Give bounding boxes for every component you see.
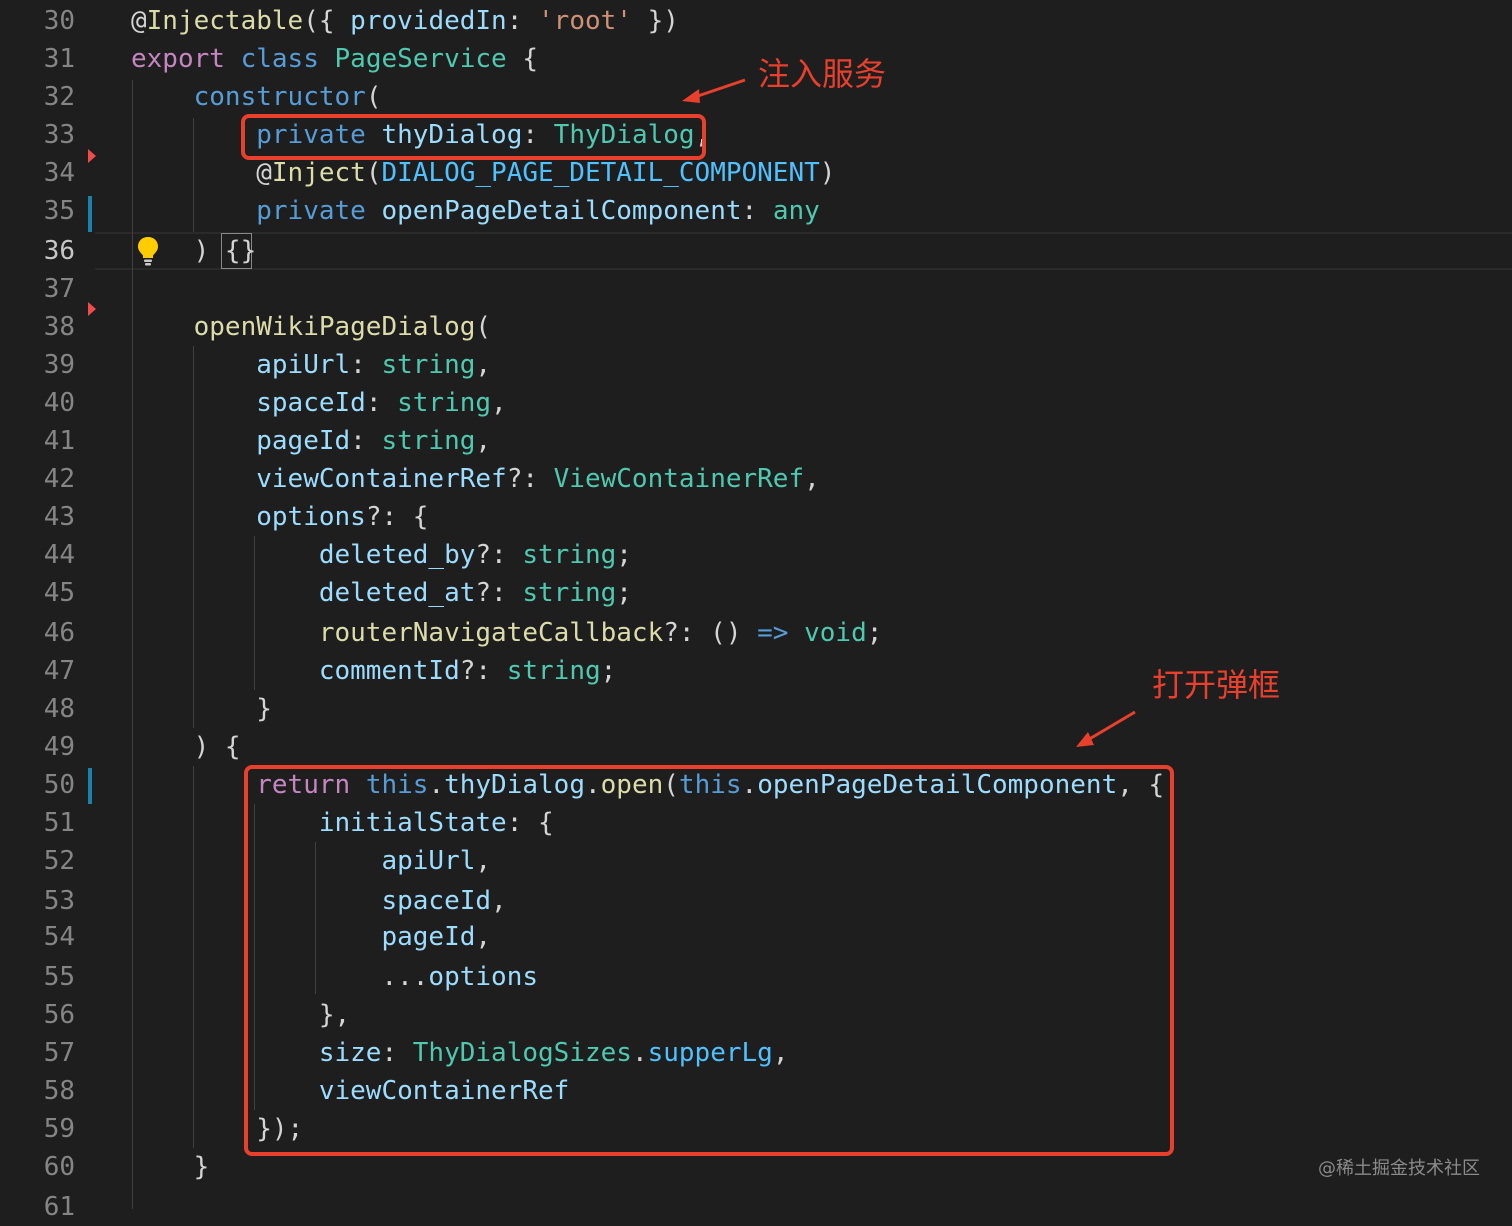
inject-arrow-icon bbox=[682, 78, 1136, 747]
inject-service-label: 注入服务 bbox=[758, 55, 887, 93]
open-dialog-label: 打开弹框 bbox=[1152, 666, 1281, 704]
code-editor[interactable]: 30 31 32 33 34 35 36 37 38 39 40 41 42 43 44 45 46 47 48 49… bbox=[0, 0, 1512, 1222]
watermark: @稀土掘金技术社区 bbox=[1318, 1158, 1480, 1179]
